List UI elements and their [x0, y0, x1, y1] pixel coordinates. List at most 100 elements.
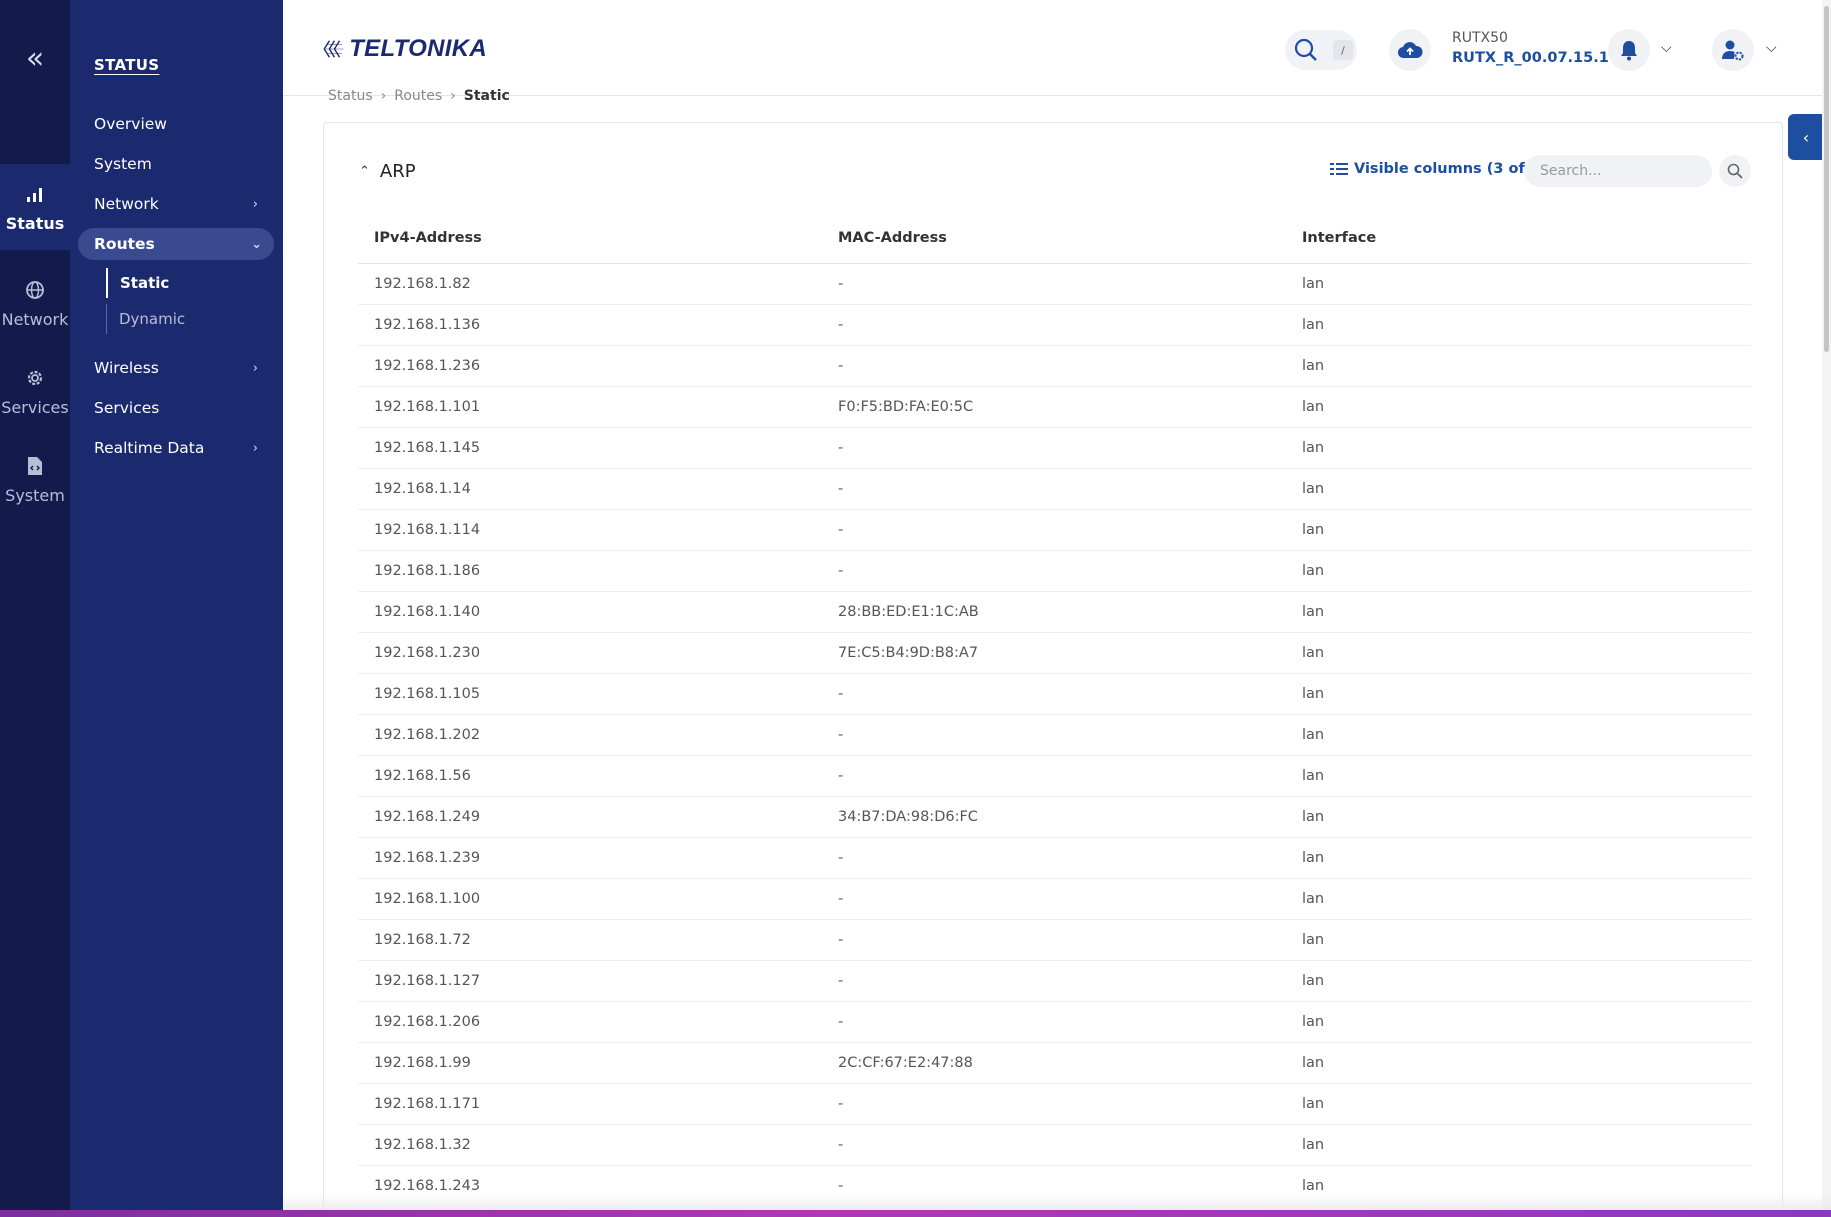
mac-cell: -: [822, 878, 1286, 920]
interface-cell: lan: [1286, 263, 1751, 305]
ipv4-cell: 192.168.1.249: [358, 796, 822, 838]
columns-list-icon: [1330, 163, 1348, 175]
user-menu-button[interactable]: [1712, 29, 1754, 71]
page-scrollbar-thumb[interactable]: [1824, 6, 1829, 352]
document-code-icon: [23, 454, 47, 478]
table-row: 192.168.1.101 F0:F5:BD:FA:E0:5C lan: [358, 386, 1751, 428]
globe-icon: [23, 278, 47, 302]
mac-cell: 28:BB:ED:E1:1C:AB: [822, 591, 1286, 633]
icon-rail: « Status Network Services System: [0, 0, 70, 1210]
mac-cell: -: [822, 263, 1286, 305]
chevron-down-icon[interactable]: ⌵: [1766, 40, 1777, 56]
mac-cell: F0:F5:BD:FA:E0:5C: [822, 386, 1286, 428]
arp-section-toggle[interactable]: ⌃ ARP: [359, 161, 416, 182]
ipv4-cell: 192.168.1.206: [358, 1001, 822, 1043]
table-row: 192.168.1.14- lan: [358, 468, 1751, 510]
side-panel-toggle[interactable]: ‹: [1788, 114, 1824, 160]
rail-item-services[interactable]: Services: [0, 348, 70, 434]
sidebar-item-realtime-data[interactable]: Realtime Data ›: [94, 432, 270, 464]
breadcrumb-current: Static: [463, 88, 510, 104]
table-header-row: IPv4-Address MAC-Address Interface: [358, 213, 1751, 264]
visible-columns-label: Visible columns (3 of 3): [1354, 161, 1547, 177]
chevron-down-icon[interactable]: ⌵: [1661, 40, 1672, 56]
breadcrumb-item[interactable]: Status: [328, 88, 373, 104]
arp-table: IPv4-Address MAC-Address Interface 192.1…: [358, 213, 1751, 1207]
search-icon: [1727, 163, 1743, 179]
arp-title: ARP: [379, 161, 416, 182]
sidebar-item-label: System: [94, 155, 152, 173]
table-row: 192.168.1.202- lan: [358, 714, 1751, 756]
notifications-button[interactable]: [1608, 29, 1650, 71]
ipv4-cell: 192.168.1.145: [358, 427, 822, 469]
ipv4-cell: 192.168.1.32: [358, 1124, 822, 1166]
chevron-down-icon: ⌄: [251, 236, 262, 252]
rail-item-status[interactable]: Status: [0, 164, 70, 250]
ipv4-cell: 192.168.1.99: [358, 1042, 822, 1084]
visible-columns-button[interactable]: Visible columns (3 of 3): [1330, 161, 1547, 177]
interface-cell: lan: [1286, 837, 1751, 879]
table-row: 192.168.1.186- lan: [358, 550, 1751, 592]
sidebar-item-routes[interactable]: Routes ⌄: [78, 228, 274, 260]
mac-cell: -: [822, 1083, 1286, 1125]
breadcrumb-item[interactable]: Routes: [394, 88, 442, 104]
mac-cell: -: [822, 468, 1286, 510]
arp-search-input[interactable]: [1524, 155, 1712, 187]
sidebar-item-wireless[interactable]: Wireless ›: [94, 352, 270, 384]
ipv4-cell: 192.168.1.82: [358, 263, 822, 305]
arp-search-button[interactable]: [1719, 155, 1751, 187]
mac-cell: 7E:C5:B4:9D:B8:A7: [822, 632, 1286, 674]
table-row: 192.168.1.140 28:BB:ED:E1:1C:AB lan: [358, 591, 1751, 633]
mac-cell: -: [822, 673, 1286, 715]
sidebar-item-system[interactable]: System: [94, 148, 270, 180]
rail-item-label: Network: [1, 309, 69, 329]
sidebar-subitem-static[interactable]: Static: [106, 268, 266, 298]
sidebar-subitem-dynamic[interactable]: Dynamic: [106, 304, 266, 334]
interface-cell: lan: [1286, 714, 1751, 756]
firmware-version-link[interactable]: RUTX_R_00.07.15.1: [1452, 50, 1609, 66]
ipv4-cell: 192.168.1.236: [358, 345, 822, 387]
interface-cell: lan: [1286, 427, 1751, 469]
rail-item-network[interactable]: Network: [0, 260, 70, 346]
interface-cell: lan: [1286, 591, 1751, 633]
bell-icon: [1621, 41, 1637, 61]
search-icon: [1294, 38, 1317, 61]
column-header-interface[interactable]: Interface: [1286, 213, 1751, 264]
teltonika-logo[interactable]: TELTONIKA: [323, 32, 487, 66]
logo-mark-icon: [323, 40, 344, 58]
table-row: 192.168.1.105- lan: [358, 673, 1751, 715]
ipv4-cell: 192.168.1.140: [358, 591, 822, 633]
global-search-button[interactable]: /: [1285, 30, 1357, 70]
breadcrumb: Status › Routes › Static: [328, 86, 510, 106]
collapse-sidebar-icon[interactable]: «: [0, 38, 70, 78]
rail-item-system[interactable]: System: [0, 436, 70, 522]
top-header: TELTONIKA / RUTX50 RUTX_R_00.07.15.1 ⌵ ⌵: [283, 0, 1831, 96]
table-row: 192.168.1.32- lan: [358, 1124, 1751, 1166]
sidebar-item-services[interactable]: Services: [94, 392, 270, 424]
chevron-right-icon: ›: [252, 360, 258, 376]
ipv4-cell: 192.168.1.105: [358, 673, 822, 715]
sidebar-item-overview[interactable]: Overview: [94, 108, 270, 140]
table-row: 192.168.1.239- lan: [358, 837, 1751, 879]
table-row: 192.168.1.136- lan: [358, 304, 1751, 346]
sidebar-subitem-label: Static: [120, 274, 170, 292]
search-shortcut-key: /: [1333, 40, 1353, 60]
table-row: 192.168.1.171- lan: [358, 1083, 1751, 1125]
mac-cell: -: [822, 755, 1286, 797]
sidebar-item-label: Realtime Data: [94, 439, 205, 457]
mac-cell: 34:B7:DA:98:D6:FC: [822, 796, 1286, 838]
column-header-mac[interactable]: MAC-Address: [822, 213, 1286, 264]
chevron-right-icon: ›: [252, 440, 258, 456]
table-row: 192.168.1.100- lan: [358, 878, 1751, 920]
cloud-upload-button[interactable]: [1389, 29, 1431, 71]
mac-cell: -: [822, 1001, 1286, 1043]
rail-item-label: System: [5, 485, 65, 505]
interface-cell: lan: [1286, 509, 1751, 551]
sidebar-heading[interactable]: STATUS: [94, 56, 159, 74]
sidebar-item-network[interactable]: Network ›: [94, 188, 270, 220]
ipv4-cell: 192.168.1.186: [358, 550, 822, 592]
table-row: 192.168.1.206- lan: [358, 1001, 1751, 1043]
table-row: 192.168.1.127- lan: [358, 960, 1751, 1002]
mac-cell: -: [822, 509, 1286, 551]
ipv4-cell: 192.168.1.239: [358, 837, 822, 879]
column-header-ipv4[interactable]: IPv4-Address: [358, 213, 822, 264]
